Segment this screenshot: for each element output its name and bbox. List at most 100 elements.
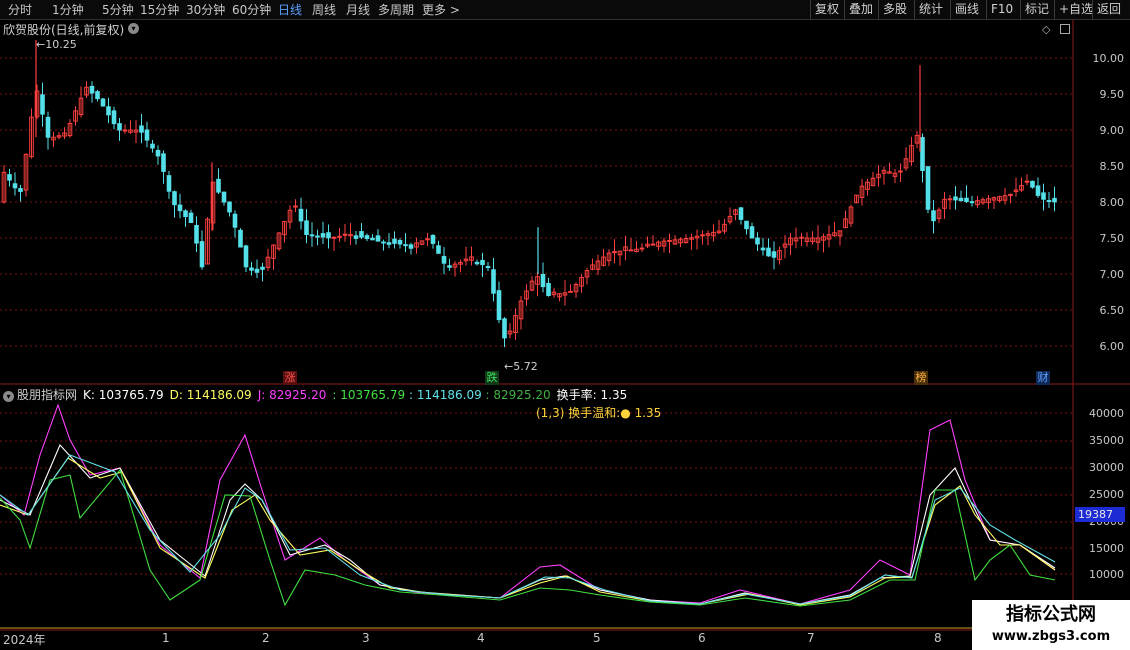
- candle-down: [249, 267, 254, 271]
- candle-up: [568, 290, 573, 293]
- tag-fall[interactable]: 跌: [485, 371, 499, 385]
- candle-up: [650, 243, 656, 246]
- period-15min[interactable]: 15分钟: [140, 2, 179, 18]
- candle-down: [964, 197, 969, 202]
- candle-down: [320, 233, 326, 238]
- candle-up: [628, 249, 634, 252]
- watermark-title: 指标公式网: [1006, 604, 1096, 625]
- candle-up: [425, 238, 430, 241]
- candle-down: [89, 85, 95, 94]
- candle-down: [18, 188, 23, 192]
- period-5min[interactable]: 5分钟: [102, 2, 134, 18]
- candle-down: [95, 91, 100, 100]
- price-tick: 8.50: [1099, 160, 1125, 173]
- candle-down: [480, 259, 485, 266]
- period-60min[interactable]: 60分钟: [232, 2, 271, 18]
- month-label: 5: [593, 631, 601, 645]
- candle-down: [1030, 180, 1035, 188]
- candle-down: [111, 110, 117, 125]
- candle-down: [315, 235, 320, 238]
- candle-down: [546, 282, 551, 297]
- candle-down: [260, 266, 265, 270]
- candle-down: [227, 201, 232, 213]
- month-label: 2: [262, 631, 270, 645]
- candle-up: [337, 235, 342, 238]
- price-tick: 10.00: [1092, 52, 1125, 65]
- multi-stock-button[interactable]: 多股: [878, 0, 911, 20]
- indicator-name[interactable]: 股朋指标网: [17, 388, 77, 402]
- period-1min[interactable]: 1分钟: [52, 2, 84, 18]
- candle-down: [502, 318, 507, 339]
- candle-down: [117, 123, 122, 131]
- candle-down: [749, 226, 755, 239]
- grid-lines: [0, 57, 1073, 575]
- period-30min[interactable]: 30分钟: [186, 2, 225, 18]
- candle-down: [100, 98, 106, 107]
- month-label: 8: [934, 631, 942, 645]
- line2-value: : 114186.09: [408, 388, 482, 402]
- adjust-button[interactable]: 复权: [810, 0, 843, 20]
- overlay-button[interactable]: 叠加: [844, 0, 877, 20]
- candle-down: [766, 247, 771, 257]
- stock-title[interactable]: 欣贺股份(日线,前复权): [3, 21, 124, 38]
- period-daily[interactable]: 日线: [278, 2, 302, 18]
- diamond-icon[interactable]: ◇: [1042, 23, 1050, 36]
- j-value: 82925.20: [269, 388, 327, 402]
- candle-down: [45, 116, 51, 138]
- draw-line-button[interactable]: 画线: [950, 0, 983, 20]
- month-label: 4: [477, 631, 485, 645]
- month-label: 6: [698, 631, 706, 645]
- candle-down: [188, 212, 194, 224]
- more-label: 更多: [422, 3, 447, 17]
- candle-down: [386, 242, 392, 245]
- candle-up: [700, 234, 705, 237]
- month-label: 3: [362, 631, 370, 645]
- candle-down: [931, 210, 936, 222]
- candle-down: [309, 234, 315, 237]
- indicator-toggle-icon[interactable]: ▾: [3, 391, 14, 402]
- tag-rank[interactable]: 榜: [914, 371, 928, 385]
- candle-down: [216, 178, 221, 193]
- candle-up: [612, 251, 617, 254]
- ind-tick: 35000: [1089, 434, 1124, 447]
- ind-tick: 15000: [1089, 542, 1124, 555]
- period-monthly[interactable]: 月线: [346, 2, 370, 18]
- month-label: 7: [807, 631, 815, 645]
- statistics-button[interactable]: 统计: [914, 0, 947, 20]
- d-label: D:: [169, 388, 183, 402]
- f10-button[interactable]: F10: [986, 0, 1017, 20]
- back-button[interactable]: 返回: [1092, 0, 1125, 20]
- low-price-value: 5.72: [513, 360, 538, 373]
- panel-frame: [0, 20, 1130, 631]
- candle-down: [370, 237, 375, 241]
- chart-canvas[interactable]: [0, 0, 1130, 650]
- period-more[interactable]: 更多 >: [422, 2, 460, 18]
- candle-down: [177, 204, 183, 212]
- candle-down: [755, 237, 760, 245]
- candle-down: [474, 261, 480, 265]
- ind-tick: 25000: [1089, 488, 1124, 501]
- candle-down: [920, 137, 925, 171]
- candle-up: [667, 239, 672, 242]
- chevron-down-icon[interactable]: ▾: [128, 23, 139, 34]
- candle-down: [436, 245, 441, 254]
- chevron-right-icon: >: [449, 3, 460, 17]
- indicator-current-value: 19387: [1075, 507, 1125, 522]
- period-intraday[interactable]: 分时: [8, 2, 32, 18]
- tag-rise[interactable]: 涨: [283, 371, 297, 385]
- period-weekly[interactable]: 周线: [312, 2, 336, 18]
- line3-value: : 82925.20: [485, 388, 551, 402]
- candle-down: [958, 197, 964, 202]
- period-multi[interactable]: 多周期: [378, 2, 414, 18]
- pointer-icon: ←: [36, 38, 46, 51]
- watermark-url: www.zbgs3.com: [991, 629, 1111, 644]
- tag-finance[interactable]: 财: [1036, 371, 1050, 385]
- mark-button[interactable]: 标记: [1020, 0, 1053, 20]
- ind-tick: 30000: [1089, 461, 1124, 474]
- window-toggle-icon[interactable]: [1060, 24, 1070, 34]
- candle-down: [254, 268, 260, 273]
- low-price-label: ←5.72: [504, 360, 538, 373]
- candle-down: [375, 235, 381, 242]
- add-watchlist-button[interactable]: +自选: [1054, 0, 1097, 20]
- price-tick: 7.50: [1099, 232, 1125, 245]
